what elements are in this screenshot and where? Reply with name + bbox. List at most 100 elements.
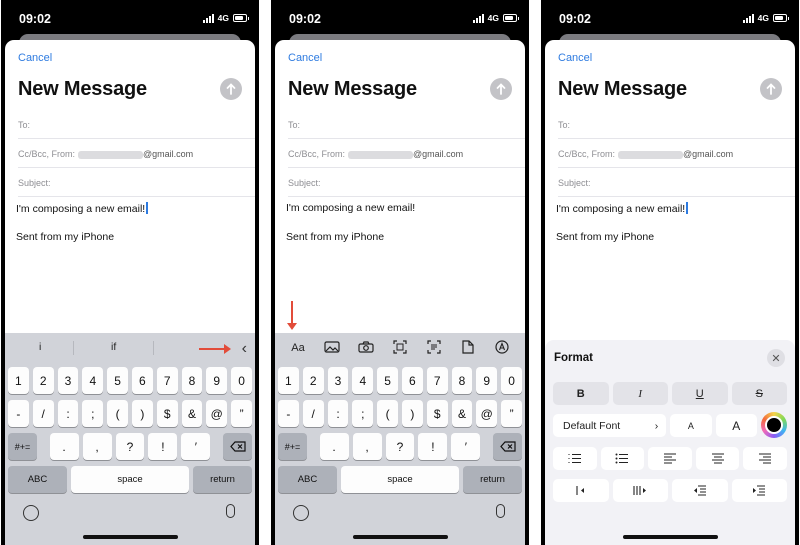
suggestion-2[interactable]: if (111, 341, 116, 353)
key[interactable]: 9 (476, 367, 498, 394)
key[interactable]: 3 (57, 367, 79, 394)
symbols-toggle-key[interactable]: #+= (278, 433, 307, 460)
to-field[interactable]: To: (18, 110, 255, 139)
decrease-indent-icon[interactable] (672, 479, 728, 502)
key[interactable]: @ (476, 400, 498, 427)
close-button[interactable]: ✕ (767, 349, 785, 367)
microphone-icon[interactable] (496, 504, 505, 518)
key[interactable]: 5 (377, 367, 398, 394)
key[interactable]: ” (501, 400, 522, 427)
to-field[interactable]: To: (558, 110, 795, 139)
key[interactable]: 5 (107, 367, 128, 394)
key[interactable]: 1 (278, 367, 299, 394)
indent-icon[interactable] (612, 479, 668, 502)
underline-button[interactable]: U (672, 382, 728, 405)
key[interactable]: ( (107, 400, 128, 427)
key[interactable]: : (57, 400, 79, 427)
key[interactable]: . (49, 433, 79, 460)
photo-icon[interactable] (322, 340, 342, 356)
key[interactable]: 6 (401, 367, 423, 394)
color-picker-icon[interactable] (760, 412, 787, 438)
key[interactable]: 7 (426, 367, 448, 394)
subject-field[interactable]: Subject: (18, 168, 255, 197)
key[interactable]: 3 (327, 367, 349, 394)
key[interactable]: $ (156, 400, 178, 427)
key[interactable]: @ (206, 400, 228, 427)
cancel-button[interactable]: Cancel (558, 52, 592, 64)
decrease-size-button[interactable]: A (670, 414, 712, 437)
key[interactable]: 4 (82, 367, 104, 394)
key[interactable]: ” (231, 400, 252, 427)
markup-icon[interactable] (492, 339, 512, 357)
key[interactable]: ′ (451, 433, 481, 460)
cancel-button[interactable]: Cancel (288, 52, 322, 64)
key[interactable]: 8 (451, 367, 473, 394)
key[interactable]: 6 (131, 367, 153, 394)
subject-field[interactable]: Subject: (288, 168, 525, 197)
key[interactable]: 0 (501, 367, 522, 394)
numbered-list-icon[interactable] (553, 447, 597, 470)
ccbcc-from-field[interactable]: Cc/Bcc, From: @gmail.com (18, 139, 255, 168)
abc-key[interactable]: ABC (278, 466, 337, 493)
key[interactable]: 1 (8, 367, 29, 394)
font-selector[interactable]: Default Font › (553, 414, 667, 437)
key[interactable]: ( (377, 400, 398, 427)
scan-text-icon[interactable] (424, 339, 444, 357)
key[interactable]: ′ (181, 433, 211, 460)
key[interactable]: 0 (231, 367, 252, 394)
subject-field[interactable]: Subject: (558, 168, 795, 197)
key[interactable]: ) (401, 400, 423, 427)
message-body[interactable]: I'm composing a new email! (286, 202, 415, 214)
key[interactable]: ) (131, 400, 153, 427)
to-field[interactable]: To: (288, 110, 525, 139)
key[interactable]: 9 (206, 367, 228, 394)
key[interactable]: ? (385, 433, 415, 460)
send-button[interactable] (220, 78, 242, 100)
increase-indent-icon[interactable] (731, 479, 787, 502)
key[interactable]: & (451, 400, 473, 427)
key[interactable]: , (82, 433, 112, 460)
align-right-icon[interactable] (743, 447, 787, 470)
suggestion-1[interactable]: i (39, 341, 41, 353)
key[interactable]: : (327, 400, 349, 427)
key[interactable]: ! (148, 433, 178, 460)
delete-key[interactable] (493, 433, 523, 460)
chevron-left-icon[interactable]: ‹ (242, 340, 247, 358)
key[interactable]: / (302, 400, 324, 427)
key[interactable]: , (352, 433, 382, 460)
key[interactable]: & (181, 400, 203, 427)
space-key[interactable]: space (341, 466, 459, 493)
emoji-icon[interactable] (23, 505, 39, 521)
italic-button[interactable]: I (612, 382, 668, 405)
bold-button[interactable]: B (553, 382, 609, 405)
align-left-icon[interactable] (648, 447, 692, 470)
message-body[interactable]: I'm composing a new email! (16, 202, 148, 215)
return-key[interactable]: return (463, 466, 522, 493)
key[interactable]: ; (82, 400, 104, 427)
abc-key[interactable]: ABC (8, 466, 67, 493)
key[interactable]: 7 (156, 367, 178, 394)
camera-icon[interactable] (356, 340, 376, 356)
send-button[interactable] (490, 78, 512, 100)
ccbcc-from-field[interactable]: Cc/Bcc, From: @gmail.com (288, 139, 525, 168)
file-icon[interactable] (458, 339, 478, 357)
space-key[interactable]: space (71, 466, 189, 493)
outdent-icon[interactable] (553, 479, 609, 502)
bullet-list-icon[interactable] (600, 447, 645, 470)
key[interactable]: ; (352, 400, 374, 427)
message-body[interactable]: I'm composing a new email! (556, 202, 688, 215)
key[interactable]: 2 (302, 367, 324, 394)
key[interactable]: / (32, 400, 54, 427)
key[interactable]: 2 (32, 367, 54, 394)
increase-size-button[interactable]: A (715, 414, 757, 437)
return-key[interactable]: return (193, 466, 252, 493)
key[interactable]: . (319, 433, 349, 460)
align-center-icon[interactable] (695, 447, 740, 470)
key[interactable]: - (8, 400, 29, 427)
scan-document-icon[interactable] (390, 339, 410, 357)
key[interactable]: ? (115, 433, 145, 460)
symbols-toggle-key[interactable]: #+= (8, 433, 37, 460)
key[interactable]: $ (426, 400, 448, 427)
key[interactable]: 4 (352, 367, 374, 394)
ccbcc-from-field[interactable]: Cc/Bcc, From: @gmail.com (558, 139, 795, 168)
